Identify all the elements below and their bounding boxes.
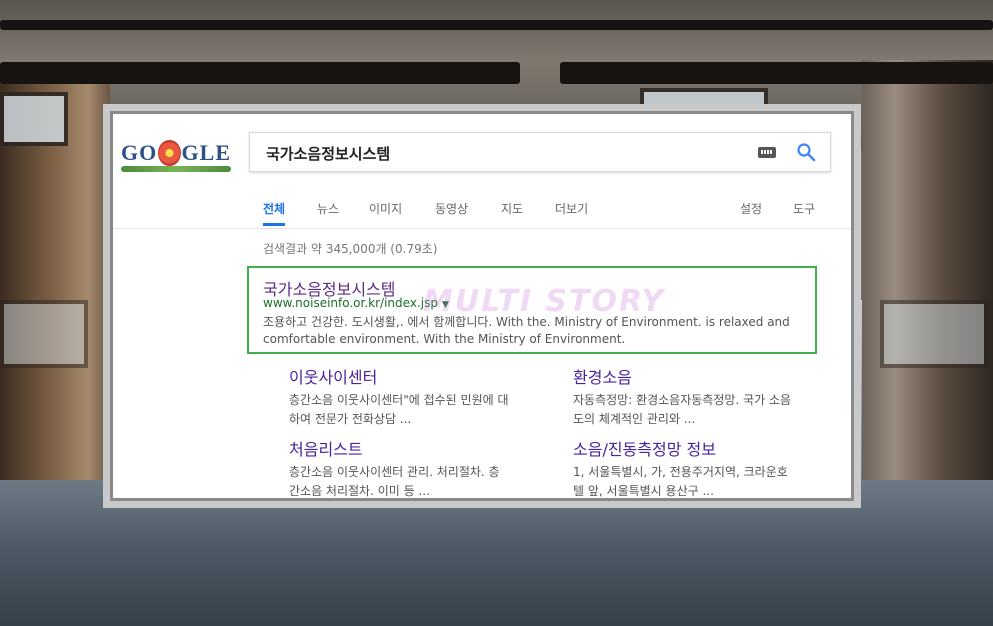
tab-images[interactable]: 이미지 [369,200,402,225]
tab-maps[interactable]: 지도 [501,200,523,225]
sitelink-desc: 층간소음 이웃사이센터 관리. 처리절차. 층간소음 처리절차. 이미 등 ..… [289,465,500,498]
sitelink: 소음/진동측정망 정보 1, 서울특별시, 가, 전용주거지역, 크라운호텔 앞… [573,436,793,498]
tab-videos[interactable]: 동영상 [435,200,468,225]
sitelink-desc: 층간소음 이웃사이센터"에 접수된 민원에 대하여 전문가 전화상담 ... [289,393,509,426]
roof-beam [0,20,993,30]
result-snippet: 조용하고 건강한. 도시생활,. 에서 함께합니다. With the. Min… [263,315,790,346]
search-icon[interactable] [796,142,816,162]
sitelink: 환경소음 자동측정망: 환경소음자동측정망. 국가 소음도의 체계적인 관리와 … [573,364,793,429]
building-right [862,60,993,480]
result-url[interactable]: www.noiseinfo.or.kr/index.jsp ▼ [263,296,449,310]
sitelink-title[interactable]: 환경소음 [573,364,793,388]
roof-beam [560,62,993,84]
search-tabs: 전체 뉴스 이미지 동영상 지도 더보기 설정 도구 [113,194,851,229]
search-results-page: GOGLE 전체 뉴스 이미지 동영상 지도 더보기 설정 도구 [113,114,851,498]
flower-icon [158,140,181,166]
screenshot-frame: GOGLE 전체 뉴스 이미지 동영상 지도 더보기 설정 도구 [103,104,861,508]
building-window [880,300,988,368]
keyboard-icon[interactable] [758,147,776,158]
roof-beam [0,62,520,84]
search-box [249,132,831,172]
tab-news[interactable]: 뉴스 [317,200,339,225]
skylight-window [0,92,68,146]
sitelink-title[interactable]: 소음/진동측정망 정보 [573,436,793,460]
sitelink: 이웃사이센터 층간소음 이웃사이센터"에 접수된 민원에 대하여 전문가 전화상… [289,364,509,429]
search-input[interactable] [264,141,738,165]
tab-all[interactable]: 전체 [263,200,286,226]
sitelink-title[interactable]: 이웃사이센터 [289,364,509,388]
tab-more[interactable]: 더보기 [555,200,588,225]
sitelink-desc: 자동측정망: 환경소음자동측정망. 국가 소음도의 체계적인 관리와 ... [573,393,792,426]
sitelink: 처음리스트 층간소음 이웃사이센터 관리. 처리절차. 층간소음 처리절차. 이… [289,436,509,498]
result-stats: 검색결과 약 345,000개 (0.79초) [263,242,438,256]
leaf-decoration [121,166,231,172]
google-doodle-logo[interactable]: GO GLE [121,136,231,172]
watermark: MULTI STORY [423,284,666,319]
tools-link[interactable]: 도구 [793,200,815,225]
sitelink-title[interactable]: 처음리스트 [289,436,509,460]
sitelink-desc: 1, 서울특별시, 가, 전용주거지역, 크라운호텔 앞, 서울특별시 용산구 … [573,465,788,498]
settings-link[interactable]: 설정 [740,200,762,225]
building-window [0,300,88,368]
